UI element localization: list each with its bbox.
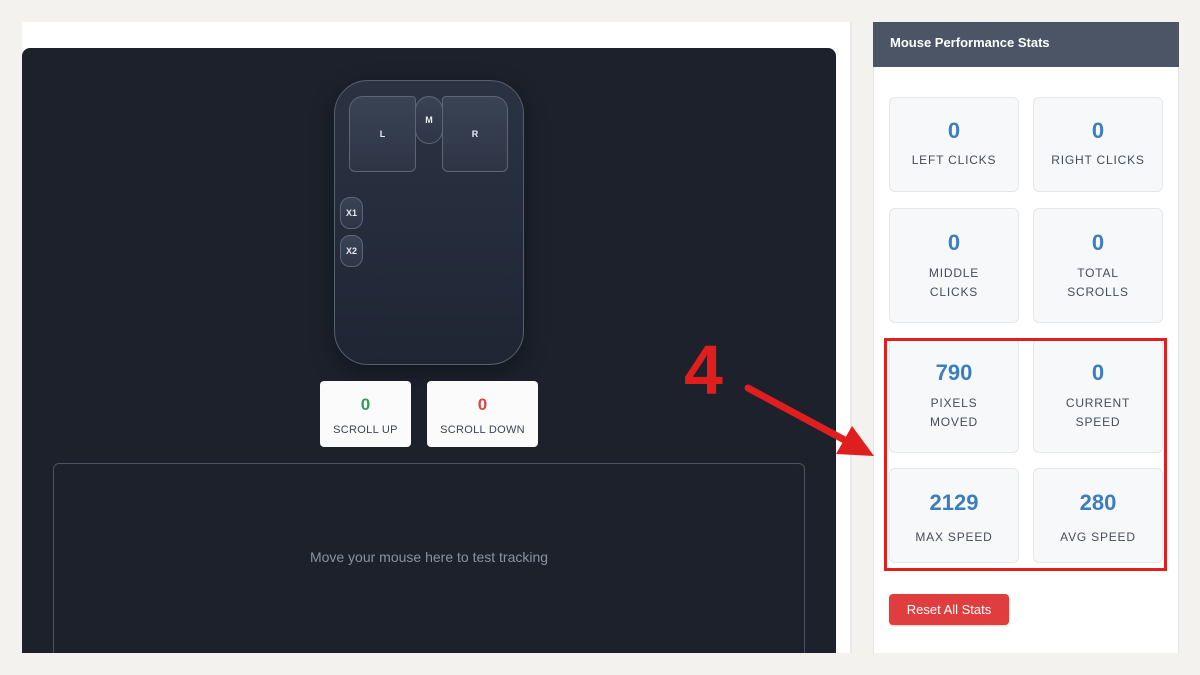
stat-label: RIGHT CLICKS: [1051, 153, 1145, 167]
stat-label: MAX SPEED: [915, 530, 993, 544]
stat-card-left-clicks: 0 LEFT CLICKS: [889, 97, 1019, 192]
stat-value: 790: [935, 360, 973, 385]
annotation-number: 4: [684, 331, 723, 409]
stat-card-avg-speed: 280 AVG SPEED: [1033, 468, 1163, 563]
stat-label: TOTAL SCROLLS: [1067, 266, 1129, 299]
stat-label: AVG SPEED: [1060, 530, 1136, 544]
stat-value: 2129: [929, 490, 979, 515]
scroll-up-value: 0: [360, 395, 371, 414]
scroll-up-label: SCROLL UP: [333, 424, 398, 436]
x2-mouse-button[interactable]: X2: [340, 235, 363, 267]
scroll-down-value: 0: [477, 395, 488, 414]
annotation-arrow-icon: [744, 384, 874, 456]
x1-mouse-button[interactable]: X1: [340, 197, 363, 229]
stat-card-right-clicks: 0 RIGHT CLICKS: [1033, 97, 1163, 192]
stat-card-current-speed: 0 CURRENT SPEED: [1033, 338, 1163, 453]
stat-value: 280: [1079, 490, 1117, 515]
scroll-down-counter: 0 SCROLL DOWN: [427, 381, 538, 447]
panel-divider: [850, 22, 852, 653]
stat-value: 0: [947, 118, 961, 143]
stat-label: CURRENT SPEED: [1065, 396, 1131, 429]
stat-value: 0: [1091, 230, 1105, 255]
right-mouse-button[interactable]: R: [442, 96, 508, 172]
left-mouse-button[interactable]: L: [349, 96, 416, 172]
scroll-up-counter: 0 SCROLL UP: [320, 381, 411, 447]
stat-card-max-speed: 2129 MAX SPEED: [889, 468, 1019, 563]
tracking-prompt: Move your mouse here to test tracking: [309, 548, 549, 565]
stat-card-pixels-moved: 790 PIXELS MOVED: [889, 338, 1019, 453]
sidebar-title: Mouse Performance Stats: [873, 22, 1179, 67]
stat-value: 0: [1091, 118, 1105, 143]
scroll-down-label: SCROLL DOWN: [440, 424, 525, 436]
stat-label: MIDDLE CLICKS: [928, 266, 980, 299]
reset-stats-button[interactable]: Reset All Stats: [889, 594, 1009, 625]
stat-card-total-scrolls: 0 TOTAL SCROLLS: [1033, 208, 1163, 323]
stat-value: 0: [1091, 360, 1105, 385]
stat-card-middle-clicks: 0 MIDDLE CLICKS: [889, 208, 1019, 323]
stat-label: LEFT CLICKS: [911, 153, 997, 167]
stat-value: 0: [947, 230, 961, 255]
tracking-area[interactable]: Move your mouse here to test tracking: [53, 463, 805, 653]
middle-mouse-button[interactable]: M: [415, 96, 443, 144]
stat-label: PIXELS MOVED: [929, 396, 978, 429]
